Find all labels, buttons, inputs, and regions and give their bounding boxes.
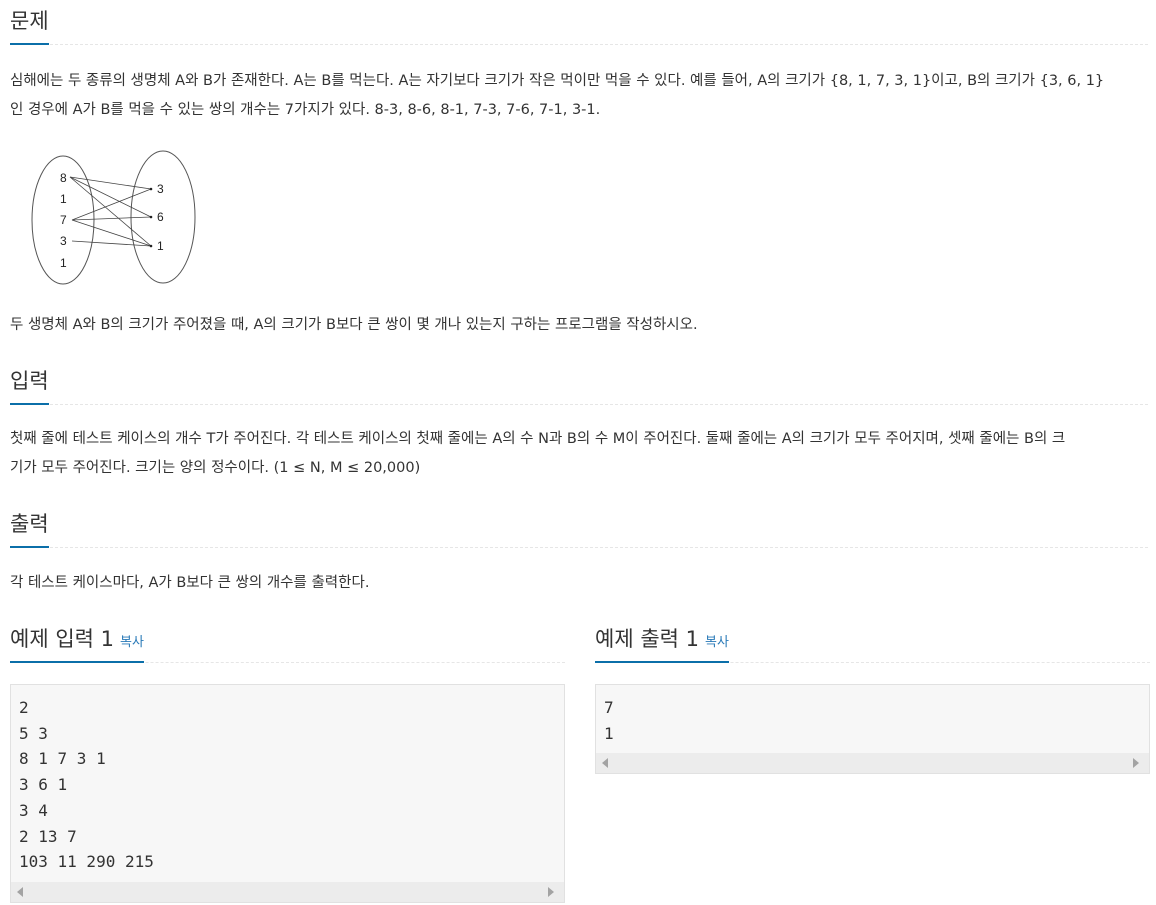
b-value: 6 [157,210,164,224]
a-value: 1 [60,256,67,270]
sample-output-heading: 예제 출력 1 복사 [595,623,729,663]
a-value: 7 [60,213,67,227]
sample-output-box: 71 [595,684,1150,774]
scroll-left-icon[interactable] [602,758,608,768]
b-value: 3 [157,182,164,196]
problem-line-2: 인 경우에 A가 B를 먹을 수 있는 쌍의 개수는 7가지가 있다. 8-3,… [10,102,601,118]
input-description: 첫째 줄에 테스트 케이스의 개수 T가 주어진다. 각 테스트 케이스의 첫째… [10,425,1148,483]
input-line-2: 기가 모두 주어진다. 크기는 양의 정수이다. (1 ≤ N, M ≤ 20,… [10,460,421,476]
sample-input-title: 예제 입력 1 [10,627,114,651]
sample-input-box: 2 5 3 8 1 7 3 1 3 6 1 3 4 2 13 7 103 11 290 21… [10,684,565,903]
scroll-right-icon[interactable] [548,887,554,897]
problem-heading: 문제 [10,5,49,45]
sample-input-line: 2 [19,698,29,717]
output-heading: 출력 [10,508,49,548]
output-description: 각 테스트 케이스마다, A가 B보다 큰 쌍의 개수를 출력한다. [10,575,370,591]
sample-output-title: 예제 출력 1 [595,627,699,651]
pair-line [71,216,152,221]
sample-input-line: 103 11 290 215 [19,852,154,872]
sample-input-line: 3 4 [19,800,48,820]
sample-input-line: 3 6 1 [19,775,68,795]
pair-line [71,188,152,221]
output-section-header: 출력 [10,507,1148,548]
sample-input-scrollbar[interactable] [11,882,564,902]
a-value: 3 [60,234,67,248]
sample-input-line: 5 3 [19,723,48,743]
a-value: 1 [60,192,67,206]
sample-output-line: 1 [604,723,614,743]
scroll-left-icon[interactable] [17,887,23,897]
input-line-1: 첫째 줄에 테스트 케이스의 개수 T가 주어진다. 각 테스트 케이스의 첫째… [10,431,1066,447]
input-heading: 입력 [10,365,49,405]
sample-input-line: 8 1 7 3 1 [19,749,106,769]
sample-input-copy-link[interactable]: 복사 [120,635,144,650]
sample-input-heading: 예제 입력 1 복사 [10,623,144,663]
sample-output-copy-link[interactable]: 복사 [705,635,729,650]
sample-output-header: 예제 출력 1 복사 [595,622,1150,663]
input-section-header: 입력 [10,364,1148,405]
problem-description: 심해에는 두 종류의 생명체 A와 B가 존재한다. A는 B를 먹는다. A는… [10,67,1148,125]
sample-output-line: 7 [604,698,614,717]
sample-input-lines: 2 5 3 8 1 7 3 1 3 6 1 3 4 2 13 7 103 11 290 21… [11,685,564,875]
problem-question: 두 생명체 A와 B의 크기가 주어졌을 때, A의 크기가 B보다 큰 쌍이 … [10,317,698,333]
arrow-dots [149,187,153,248]
sample-output-scrollbar[interactable] [596,753,1149,773]
b-values: 3 6 1 [157,182,164,253]
b-value: 1 [157,239,164,253]
sample-output-lines: 71 [596,685,1149,746]
scroll-right-icon[interactable] [1133,758,1139,768]
problem-section-header: 문제 [10,4,1148,45]
a-values: 8 1 7 3 1 [60,171,67,270]
a-value: 8 [60,171,67,185]
sample-input-header: 예제 입력 1 복사 [10,622,565,663]
example-diagram: 8 1 7 3 1 3 6 1 [31,150,196,285]
problem-line-1: 심해에는 두 종류의 생명체 A와 B가 존재한다. A는 B를 먹는다. A는… [10,73,1105,89]
pair-lines [69,176,152,247]
sample-input-line: 2 13 7 [19,826,77,846]
